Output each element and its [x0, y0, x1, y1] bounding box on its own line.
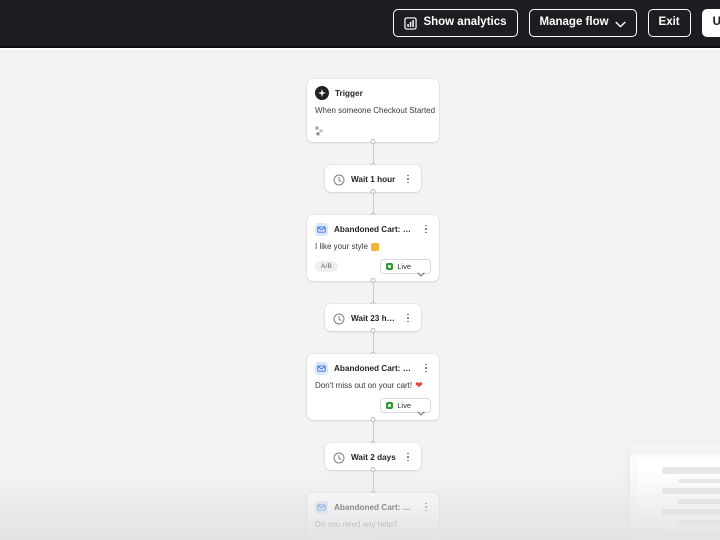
status-dropdown[interactable]: Live	[380, 259, 431, 277]
skeleton-bar	[662, 467, 720, 474]
email-card[interactable]: Abandoned Cart: Email 3 -... Do you need…	[307, 493, 439, 540]
connector-dot	[370, 467, 376, 472]
red-heart-emoji: ❤	[415, 381, 423, 390]
delay-card[interactable]: Wait 1 hour	[325, 165, 421, 192]
node-menu-button[interactable]	[403, 450, 413, 464]
email-subject: Don't miss out on your cart!	[315, 381, 413, 390]
manage-flow-label: Manage flow	[539, 16, 609, 29]
top-toolbar: Show analytics Manage flow Exit Upd	[0, 0, 720, 48]
connector-line	[370, 278, 376, 307]
floating-preview-panel[interactable]	[630, 442, 720, 540]
delay-label: Wait 23 hours	[351, 313, 397, 323]
delay-card[interactable]: Wait 23 hours	[325, 304, 421, 331]
exit-label: Exit	[658, 16, 680, 29]
delay-node-1[interactable]: Wait 1 hour	[307, 165, 439, 192]
skeleton-bar	[662, 529, 720, 537]
connector-dot	[370, 139, 376, 144]
trigger-node[interactable]: Trigger When someone Checkout Started	[307, 79, 439, 142]
trigger-header: Trigger	[307, 79, 439, 106]
delay-node-3[interactable]: Wait 2 days	[307, 443, 439, 470]
email-node-1[interactable]: Abandoned Cart: Email 1 -... I like your…	[307, 215, 439, 281]
connector-dot	[370, 417, 376, 422]
flow-column: Trigger When someone Checkout Started Wa…	[307, 79, 439, 540]
delay-card[interactable]: Wait 2 days	[325, 443, 421, 470]
preview-panel-header	[630, 442, 720, 455]
node-menu-button[interactable]	[403, 311, 413, 325]
node-menu-button[interactable]	[421, 361, 431, 375]
delay-header: Wait 2 days	[325, 443, 421, 470]
delay-label: Wait 2 days	[351, 452, 396, 462]
bar-chart-icon	[404, 16, 418, 30]
connector-line	[370, 417, 376, 446]
node-menu-button[interactable]	[421, 500, 431, 514]
node-menu-button[interactable]	[421, 222, 431, 236]
delay-node-2[interactable]: Wait 23 hours	[307, 304, 439, 331]
email-subject-row: I like your style	[307, 242, 439, 259]
delay-label: Wait 1 hour	[351, 174, 396, 184]
status-label: Live	[397, 401, 411, 410]
flow-canvas[interactable]: Trigger When someone Checkout Started Wa…	[0, 50, 720, 540]
connector-line	[370, 328, 376, 357]
connector-dot	[370, 189, 376, 194]
email-icon	[315, 222, 328, 236]
status-dropdown[interactable]: Live	[380, 398, 431, 416]
exit-button[interactable]: Exit	[647, 9, 691, 37]
connector-line	[370, 467, 376, 496]
node-menu-button[interactable]	[403, 172, 413, 186]
manage-flow-button[interactable]: Manage flow	[528, 9, 637, 37]
chevron-down-icon	[417, 264, 425, 277]
skeleton-bar	[662, 487, 720, 495]
status-label: Live	[397, 262, 411, 271]
update-label: Upd	[712, 16, 720, 29]
email-icon	[315, 500, 328, 514]
trigger-card[interactable]: Trigger When someone Checkout Started	[307, 79, 439, 142]
flow-builder-app: Show analytics Manage flow Exit Upd	[0, 0, 720, 540]
email-title: Abandoned Cart: Email 3 -...	[334, 502, 415, 512]
skeleton-bar	[678, 520, 720, 525]
show-analytics-label: Show analytics	[423, 16, 507, 29]
chevron-down-icon	[614, 20, 626, 27]
email-subject-row: Don't miss out on your cart! ❤	[307, 381, 439, 398]
connector-dot	[370, 328, 376, 333]
status-indicator-icon	[386, 402, 394, 409]
email-header: Abandoned Cart: Email 3 -...	[307, 493, 439, 520]
email-card[interactable]: Abandoned Cart: Email 1 -... I like your…	[307, 215, 439, 281]
skeleton-bar	[678, 499, 720, 504]
email-subject-row: Do you need any help?	[307, 520, 439, 537]
chevron-down-icon	[417, 403, 425, 416]
email-card[interactable]: Abandoned Cart: Email 2 -... Don't miss …	[307, 354, 439, 420]
clock-icon	[333, 312, 345, 325]
email-title: Abandoned Cart: Email 1 -...	[334, 224, 415, 234]
email-title: Abandoned Cart: Email 2 -...	[334, 363, 415, 373]
status-indicator-icon	[386, 263, 394, 270]
email-header: Abandoned Cart: Email 2 -...	[307, 354, 439, 381]
skeleton-bar	[678, 478, 720, 483]
delay-header: Wait 23 hours	[325, 304, 421, 331]
show-analytics-button[interactable]: Show analytics	[393, 9, 518, 37]
connector-dot	[370, 278, 376, 283]
delay-header: Wait 1 hour	[325, 165, 421, 192]
skeleton-bar	[662, 508, 720, 516]
email-header: Abandoned Cart: Email 1 -...	[307, 215, 439, 242]
orange-square-emoji	[370, 242, 379, 251]
email-subject: Do you need any help?	[315, 520, 398, 529]
preview-panel-body	[638, 459, 720, 540]
email-subject: I like your style	[315, 242, 368, 251]
email-node-3[interactable]: Abandoned Cart: Email 3 -... Do you need…	[307, 493, 439, 540]
clock-icon	[333, 451, 345, 464]
clock-icon	[333, 173, 345, 186]
update-button[interactable]: Upd	[701, 9, 720, 37]
email-icon	[315, 361, 328, 375]
filter-branch-icon	[315, 123, 324, 136]
trigger-title: Trigger	[335, 88, 363, 98]
ab-test-badge: A/B	[315, 261, 339, 272]
connector-line	[370, 139, 376, 168]
trigger-flash-icon	[315, 86, 329, 100]
connector-line	[370, 189, 376, 218]
email-node-2[interactable]: Abandoned Cart: Email 2 -... Don't miss …	[307, 354, 439, 420]
trigger-description: When someone Checkout Started	[315, 106, 436, 115]
